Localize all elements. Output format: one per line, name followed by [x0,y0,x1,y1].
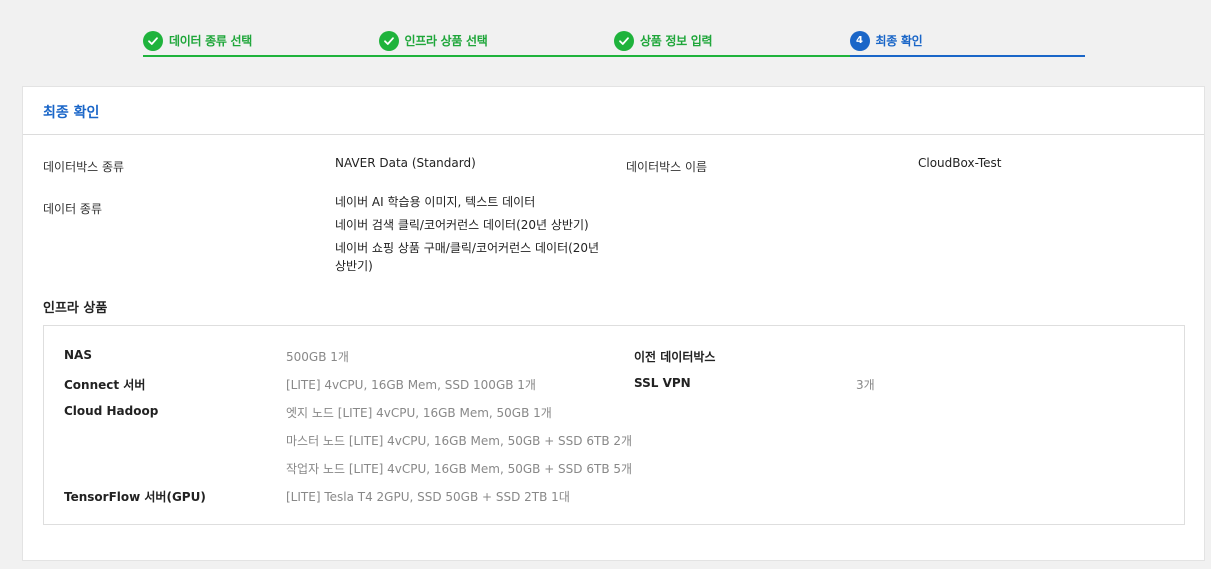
connect-server-label: Connect 서버 [64,378,146,392]
list-item: 네이버 쇼핑 상품 구매/클릭/코어커런스 데이터(20년 상반기) [335,241,600,273]
ssl-vpn-label: SSL VPN [634,376,691,390]
step-label: 최종 확인 [875,34,923,48]
connect-server-value: [LITE] 4vCPU, 16GB Mem, SSD 100GB 1개 [286,378,536,392]
list-item: 네이버 검색 클릭/코어커런스 데이터(20년 상반기) [335,218,589,232]
final-confirm-card: 최종 확인 데이터박스 종류 NAVER Data (Standard) 데이터… [22,86,1205,561]
prev-databox-label: 이전 데이터박스 [634,350,716,364]
step-label: 상품 정보 입력 [640,34,713,48]
data-type-label: 데이터 종류 [43,202,103,216]
infra-section-title: 인프라 상품 [43,301,108,316]
step-select-infra: 인프라 상품 선택 [378,24,614,57]
hadoop-worker-node-value: 작업자 노드 [LITE] 4vCPU, 16GB Mem, 50GB + SS… [286,462,633,476]
infra-summary-box: NAS 500GB 1개 Connect 서버 [LITE] 4vCPU, 16… [43,325,1185,525]
check-icon [378,30,399,51]
ssl-vpn-value: 3개 [856,378,875,392]
card-header: 최종 확인 [23,87,1204,135]
list-item: 네이버 AI 학습용 이미지, 텍스트 데이터 [335,195,536,209]
data-type-list: 네이버 AI 학습용 이미지, 텍스트 데이터 네이버 검색 클릭/코어커런스 … [335,193,605,280]
databox-name-value: CloudBox-Test [918,156,1002,170]
step-final-confirm: 4 최종 확인 [849,24,1085,57]
step-number-badge: 4 [849,30,870,51]
step-label: 데이터 종류 선택 [169,34,252,48]
tensorflow-server-label: TensorFlow 서버(GPU) [64,490,206,504]
hadoop-edge-node-value: 엣지 노드 [LITE] 4vCPU, 16GB Mem, 50GB 1개 [286,406,552,420]
page-title: 최종 확인 [43,105,100,121]
step-select-data-type: 데이터 종류 선택 [143,24,379,57]
nas-label: NAS [64,348,92,362]
step-label: 인프라 상품 선택 [404,34,488,48]
tensorflow-server-value: [LITE] Tesla T4 2GPU, SSD 50GB + SSD 2TB… [286,490,570,504]
progress-stepper: 데이터 종류 선택 인프라 상품 선택 상품 정보 입력 4 최종 확인 [143,24,1085,58]
step-input-product-info: 상품 정보 입력 [614,24,850,57]
databox-name-label: 데이터박스 이름 [626,160,708,174]
check-icon [614,30,634,51]
databox-type-value: NAVER Data (Standard) [335,156,476,170]
check-icon [143,30,163,51]
cloud-hadoop-label: Cloud Hadoop [64,404,159,418]
databox-type-label: 데이터박스 종류 [43,160,125,174]
hadoop-master-node-value: 마스터 노드 [LITE] 4vCPU, 16GB Mem, 50GB + SS… [286,434,633,448]
nas-value: 500GB 1개 [286,350,349,364]
